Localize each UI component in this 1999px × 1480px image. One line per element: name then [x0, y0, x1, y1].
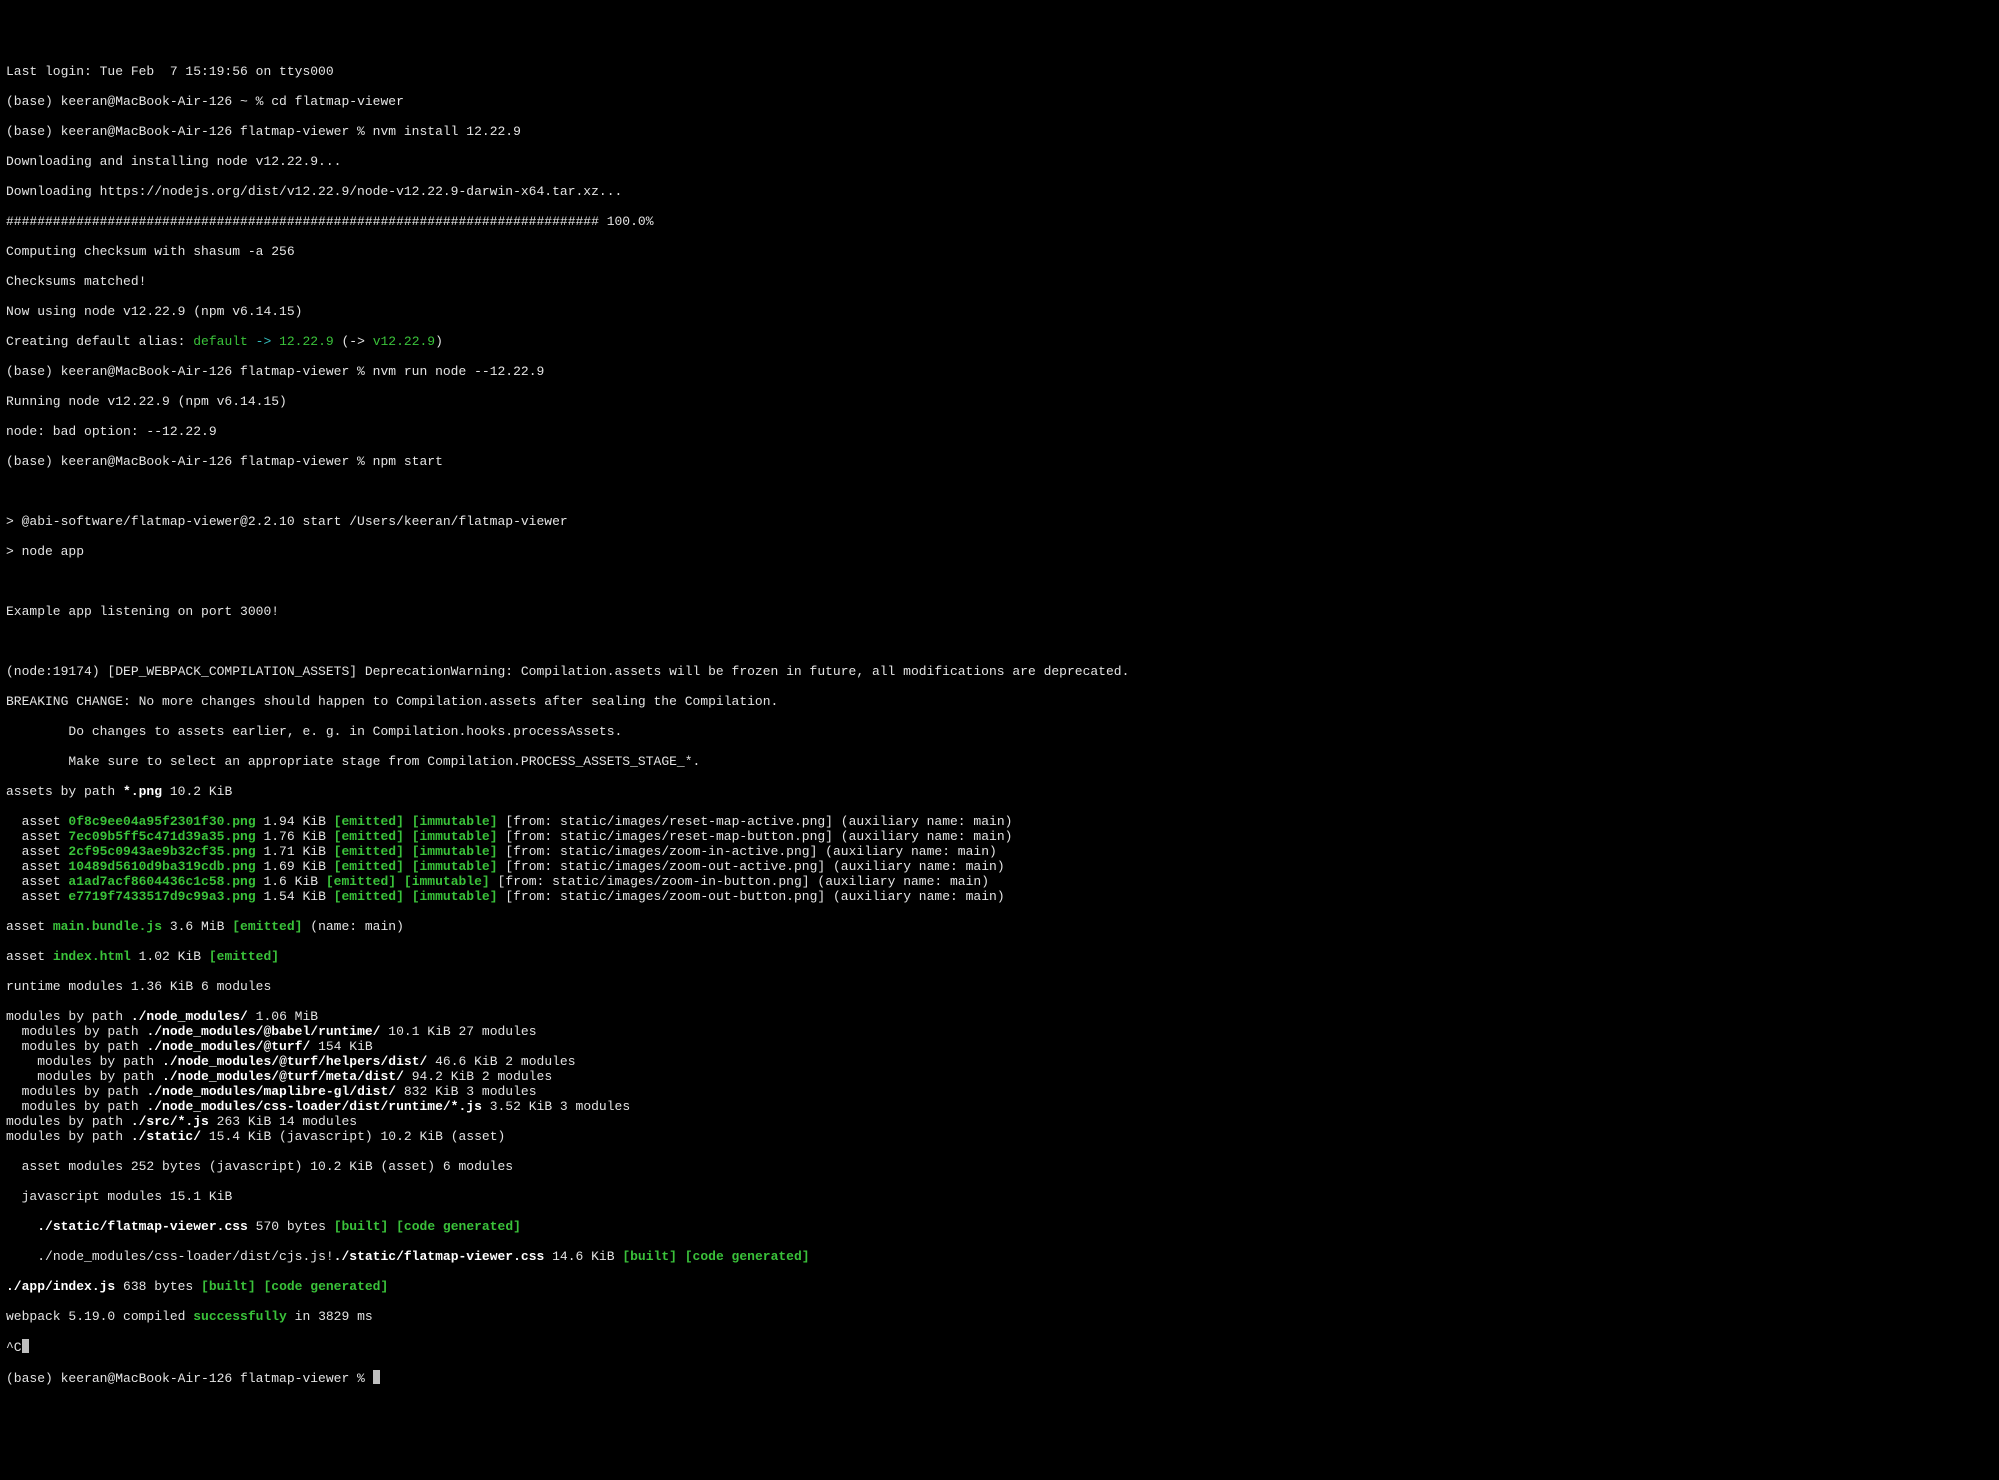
output-line: asset modules 252 bytes (javascript) 10.…: [6, 1159, 1993, 1174]
output-line: javascript modules 15.1 KiB: [6, 1189, 1993, 1204]
cmd-line: (base) keeran@MacBook-Air-126 flatmap-vi…: [6, 364, 1993, 379]
module-path-line: modules by path ./node_modules/css-loade…: [6, 1099, 1993, 1114]
asset-line: asset 10489d5610d9ba319cdb.png 1.69 KiB …: [6, 859, 1993, 874]
module-path-line: modules by path ./node_modules/ 1.06 MiB: [6, 1009, 1993, 1024]
terminal-cursor[interactable]: [373, 1370, 380, 1384]
asset-line: asset 2cf95c0943ae9b32cf35.png 1.71 KiB …: [6, 844, 1993, 859]
output-line: Downloading and installing node v12.22.9…: [6, 154, 1993, 169]
asset-line: asset 0f8c9ee04a95f2301f30.png 1.94 KiB …: [6, 814, 1993, 829]
terminal-output[interactable]: Last login: Tue Feb 7 15:19:56 on ttys00…: [6, 49, 1993, 1401]
webpack-line: webpack 5.19.0 compiled successfully in …: [6, 1309, 1993, 1324]
prompt-line[interactable]: (base) keeran@MacBook-Air-126 flatmap-vi…: [6, 1370, 1993, 1386]
output-line: Computing checksum with shasum -a 256: [6, 244, 1993, 259]
asset-line: asset a1ad7acf8604436c1c58.png 1.6 KiB […: [6, 874, 1993, 889]
inline-cursor: [22, 1339, 29, 1353]
output-line: node: bad option: --12.22.9: [6, 424, 1993, 439]
built-line: ./node_modules/css-loader/dist/cjs.js!./…: [6, 1249, 1993, 1264]
output-line: Downloading https://nodejs.org/dist/v12.…: [6, 184, 1993, 199]
alias-line: Creating default alias: default -> 12.22…: [6, 334, 1993, 349]
asset-line: asset index.html 1.02 KiB [emitted]: [6, 949, 1993, 964]
output-line: Now using node v12.22.9 (npm v6.14.15): [6, 304, 1993, 319]
output-line: > @abi-software/flatmap-viewer@2.2.10 st…: [6, 514, 1993, 529]
module-path-line: modules by path ./src/*.js 263 KiB 14 mo…: [6, 1114, 1993, 1129]
login-line: Last login: Tue Feb 7 15:19:56 on ttys00…: [6, 64, 1993, 79]
output-line: Example app listening on port 3000!: [6, 604, 1993, 619]
output-line: Do changes to assets earlier, e. g. in C…: [6, 724, 1993, 739]
cmd-line: (base) keeran@MacBook-Air-126 flatmap-vi…: [6, 124, 1993, 139]
output-line: BREAKING CHANGE: No more changes should …: [6, 694, 1993, 709]
assets-list: asset 0f8c9ee04a95f2301f30.png 1.94 KiB …: [6, 814, 1993, 904]
output-line: Checksums matched!: [6, 274, 1993, 289]
progress-line: ########################################…: [6, 214, 1993, 229]
built-line: ./static/flatmap-viewer.css 570 bytes [b…: [6, 1219, 1993, 1234]
warning-line: (node:19174) [DEP_WEBPACK_COMPILATION_AS…: [6, 664, 1993, 679]
output-line: runtime modules 1.36 KiB 6 modules: [6, 979, 1993, 994]
blank-line: [6, 574, 1993, 589]
asset-line: asset e7719f7433517d9c99a3.png 1.54 KiB …: [6, 889, 1993, 904]
cmd-line: (base) keeran@MacBook-Air-126 flatmap-vi…: [6, 454, 1993, 469]
module-path-line: modules by path ./node_modules/@turf/hel…: [6, 1054, 1993, 1069]
modules-list: modules by path ./node_modules/ 1.06 MiB…: [6, 1009, 1993, 1144]
cmd-line: (base) keeran@MacBook-Air-126 ~ % cd fla…: [6, 94, 1993, 109]
ctrlc-line: ^C: [6, 1339, 1993, 1355]
module-path-line: modules by path ./node_modules/@turf/met…: [6, 1069, 1993, 1084]
module-path-line: modules by path ./static/ 15.4 KiB (java…: [6, 1129, 1993, 1144]
asset-line: asset 7ec09b5ff5c471d39a35.png 1.76 KiB …: [6, 829, 1993, 844]
built-line: ./app/index.js 638 bytes [built] [code g…: [6, 1279, 1993, 1294]
module-path-line: modules by path ./node_modules/maplibre-…: [6, 1084, 1993, 1099]
blank-line: [6, 634, 1993, 649]
module-path-line: modules by path ./node_modules/@babel/ru…: [6, 1024, 1993, 1039]
output-line: > node app: [6, 544, 1993, 559]
asset-line: asset main.bundle.js 3.6 MiB [emitted] (…: [6, 919, 1993, 934]
assets-header: assets by path *.png 10.2 KiB: [6, 784, 1993, 799]
output-line: Running node v12.22.9 (npm v6.14.15): [6, 394, 1993, 409]
blank-line: [6, 484, 1993, 499]
module-path-line: modules by path ./node_modules/@turf/ 15…: [6, 1039, 1993, 1054]
output-line: Make sure to select an appropriate stage…: [6, 754, 1993, 769]
